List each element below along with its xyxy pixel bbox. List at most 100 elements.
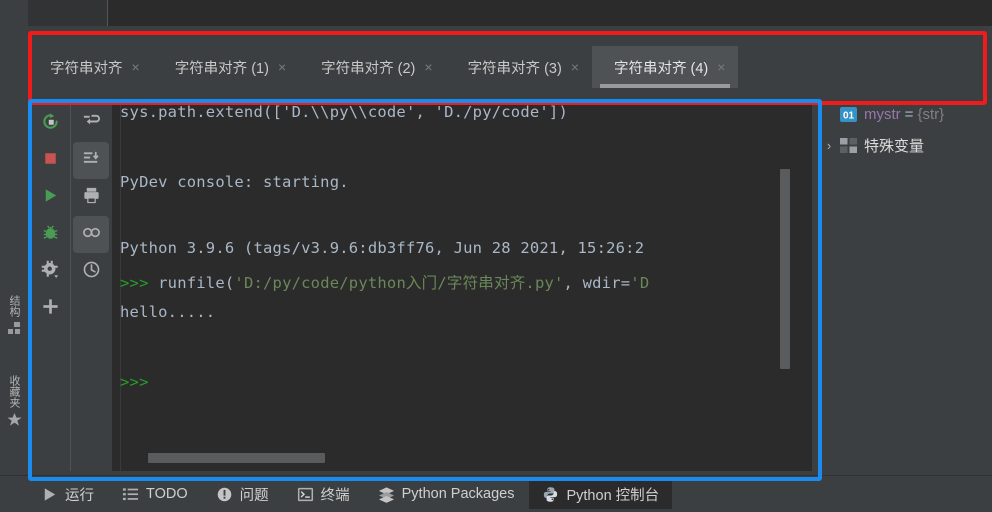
settings-icon bbox=[41, 260, 60, 284]
tool-window-button-4[interactable]: Python Packages bbox=[365, 479, 528, 509]
sidebar-item-favorites[interactable]: 收藏夹 bbox=[0, 375, 28, 426]
left-tool-rail: 结构 收藏夹 bbox=[0, 0, 28, 512]
console-text: , wdir= bbox=[563, 274, 631, 292]
console-vertical-scrollbar[interactable] bbox=[780, 169, 790, 369]
console-toolbar-right bbox=[71, 101, 111, 471]
sidebar-item-structure[interactable]: 结构 bbox=[0, 295, 28, 335]
editor-area bbox=[107, 0, 992, 26]
print-icon bbox=[82, 186, 101, 210]
add-icon bbox=[41, 297, 60, 321]
console-tab-label: 字符串对齐 bbox=[50, 60, 123, 77]
console-tab-2[interactable]: 字符串对齐 (2) × bbox=[299, 46, 445, 88]
stop-button[interactable] bbox=[30, 142, 70, 179]
terminal-icon bbox=[297, 486, 314, 503]
sidebar-item-favorites-label: 收藏夹 bbox=[8, 375, 20, 408]
console-output[interactable]: sys.path.extend(['D.\\py\\code', 'D./py/… bbox=[112, 101, 812, 471]
console-tab-0[interactable]: 字符串对齐 × bbox=[28, 46, 153, 88]
history-button[interactable] bbox=[71, 253, 111, 290]
use-console-button[interactable] bbox=[73, 216, 109, 253]
console-tab-4[interactable]: 字符串对齐 (4) × bbox=[592, 46, 739, 88]
console-text: sys.path.extend(['D.\\py\\code', 'D./py/… bbox=[120, 103, 568, 121]
chevron-right-icon[interactable]: › bbox=[818, 138, 840, 153]
print-button[interactable] bbox=[71, 179, 111, 216]
run-icon bbox=[41, 186, 60, 210]
console-line: Python 3.9.6 (tags/v3.9.6:db3ff76, Jun 2… bbox=[120, 239, 644, 257]
console-horizontal-scrollbar[interactable] bbox=[148, 453, 325, 463]
debug-icon bbox=[41, 223, 60, 247]
console-text: PyDev console: starting. bbox=[120, 173, 349, 191]
tool-window-button-1[interactable]: TODO bbox=[109, 479, 201, 509]
stop-icon bbox=[41, 149, 60, 173]
console-tab-label: 字符串对齐 (3) bbox=[467, 60, 562, 77]
variable-row-special[interactable]: › 特殊变量 bbox=[818, 130, 992, 160]
editor-strip bbox=[0, 0, 992, 26]
close-icon[interactable]: × bbox=[717, 60, 725, 74]
close-icon[interactable]: × bbox=[424, 60, 432, 74]
soft-wrap-button[interactable] bbox=[71, 105, 111, 142]
top-gap bbox=[28, 26, 992, 34]
tool-window-button-2[interactable]: 问题 bbox=[203, 479, 282, 509]
sidebar-item-structure-label: 结构 bbox=[8, 295, 20, 317]
tool-window-label: Python 控制台 bbox=[566, 487, 660, 504]
special-variables-label: 特殊变量 bbox=[864, 137, 925, 155]
console-line: >>> runfile('D:/py/code/python入门/字符串对齐.p… bbox=[120, 271, 649, 293]
console-tab-label: 字符串对齐 (4) bbox=[614, 60, 709, 77]
console-line: hello..... bbox=[120, 303, 215, 321]
history-icon bbox=[82, 260, 101, 284]
rerun-button[interactable] bbox=[30, 105, 70, 142]
tool-window-button-3[interactable]: 终端 bbox=[284, 479, 363, 509]
run-button[interactable] bbox=[30, 179, 70, 216]
tool-window-button-0[interactable]: 运行 bbox=[28, 479, 107, 509]
editor-divider bbox=[107, 0, 108, 26]
console-text: runfile( bbox=[158, 274, 235, 292]
svg-text:01: 01 bbox=[843, 110, 855, 121]
use-console-icon bbox=[82, 223, 101, 247]
console-tab-3[interactable]: 字符串对齐 (3) × bbox=[446, 46, 592, 88]
soft-wrap-icon bbox=[82, 112, 101, 136]
scroll-to-end-icon bbox=[82, 149, 101, 173]
settings-button[interactable] bbox=[30, 253, 70, 290]
tool-window-bar: 运行 TODO 问题 终端 Python Packages Python 控制台 bbox=[0, 476, 992, 512]
console-tab-bar: 字符串对齐 × 字符串对齐 (1) × 字符串对齐 (2) × 字符串对齐 (3) × 字符串对… bbox=[28, 34, 992, 96]
problems-icon bbox=[216, 486, 233, 503]
close-icon[interactable]: × bbox=[571, 60, 579, 74]
tool-window-label: TODO bbox=[146, 486, 188, 502]
console-tab-1[interactable]: 字符串对齐 (1) × bbox=[153, 46, 299, 88]
console-line: PyDev console: starting. bbox=[120, 173, 349, 191]
todo-list-icon bbox=[122, 486, 139, 503]
console-line: >>> bbox=[120, 373, 149, 391]
variable-row-mystr[interactable]: 01 mystr = {str} bbox=[818, 99, 992, 129]
tool-window-label: 问题 bbox=[239, 487, 269, 504]
tool-window-label: 终端 bbox=[320, 487, 350, 504]
debug-button[interactable] bbox=[30, 216, 70, 253]
tool-window-label: 运行 bbox=[65, 487, 94, 504]
special-vars-icon bbox=[840, 137, 857, 153]
number-01-icon: 01 bbox=[840, 106, 857, 122]
console-text: 'D bbox=[630, 274, 650, 292]
tool-window-buttons: 运行 TODO 问题 终端 Python Packages Python 控制台 bbox=[28, 476, 674, 512]
scroll-to-end-button[interactable] bbox=[73, 142, 109, 179]
console-text: >>> bbox=[120, 373, 149, 391]
python-console-panel: sys.path.extend(['D.\\py\\code', 'D./py/… bbox=[30, 101, 812, 471]
console-tabs: 字符串对齐 × 字符串对齐 (1) × 字符串对齐 (2) × 字符串对齐 (3) × 字符串对… bbox=[28, 46, 992, 96]
rerun-icon bbox=[41, 112, 60, 136]
console-line: sys.path.extend(['D.\\py\\code', 'D./py/… bbox=[120, 103, 568, 121]
tool-window-button-5[interactable]: Python 控制台 bbox=[529, 479, 673, 509]
play-icon bbox=[41, 486, 58, 503]
packages-icon bbox=[378, 486, 395, 503]
console-text: hello..... bbox=[120, 303, 216, 321]
console-toolbar-left bbox=[30, 101, 70, 471]
tool-window-label: Python Packages bbox=[401, 486, 515, 502]
console-tab-label: 字符串对齐 (2) bbox=[321, 60, 416, 77]
console-tab-label: 字符串对齐 (1) bbox=[174, 60, 269, 77]
active-tab-underline bbox=[600, 84, 731, 88]
star-icon bbox=[7, 412, 22, 426]
variable-equals: = bbox=[904, 105, 914, 123]
console-text: >>> bbox=[120, 274, 159, 292]
close-icon[interactable]: × bbox=[132, 60, 140, 74]
close-icon[interactable]: × bbox=[278, 60, 286, 74]
variable-name: mystr bbox=[864, 105, 901, 123]
structure-icon bbox=[7, 321, 21, 335]
add-button[interactable] bbox=[30, 290, 70, 327]
editor-gutter bbox=[28, 0, 107, 26]
